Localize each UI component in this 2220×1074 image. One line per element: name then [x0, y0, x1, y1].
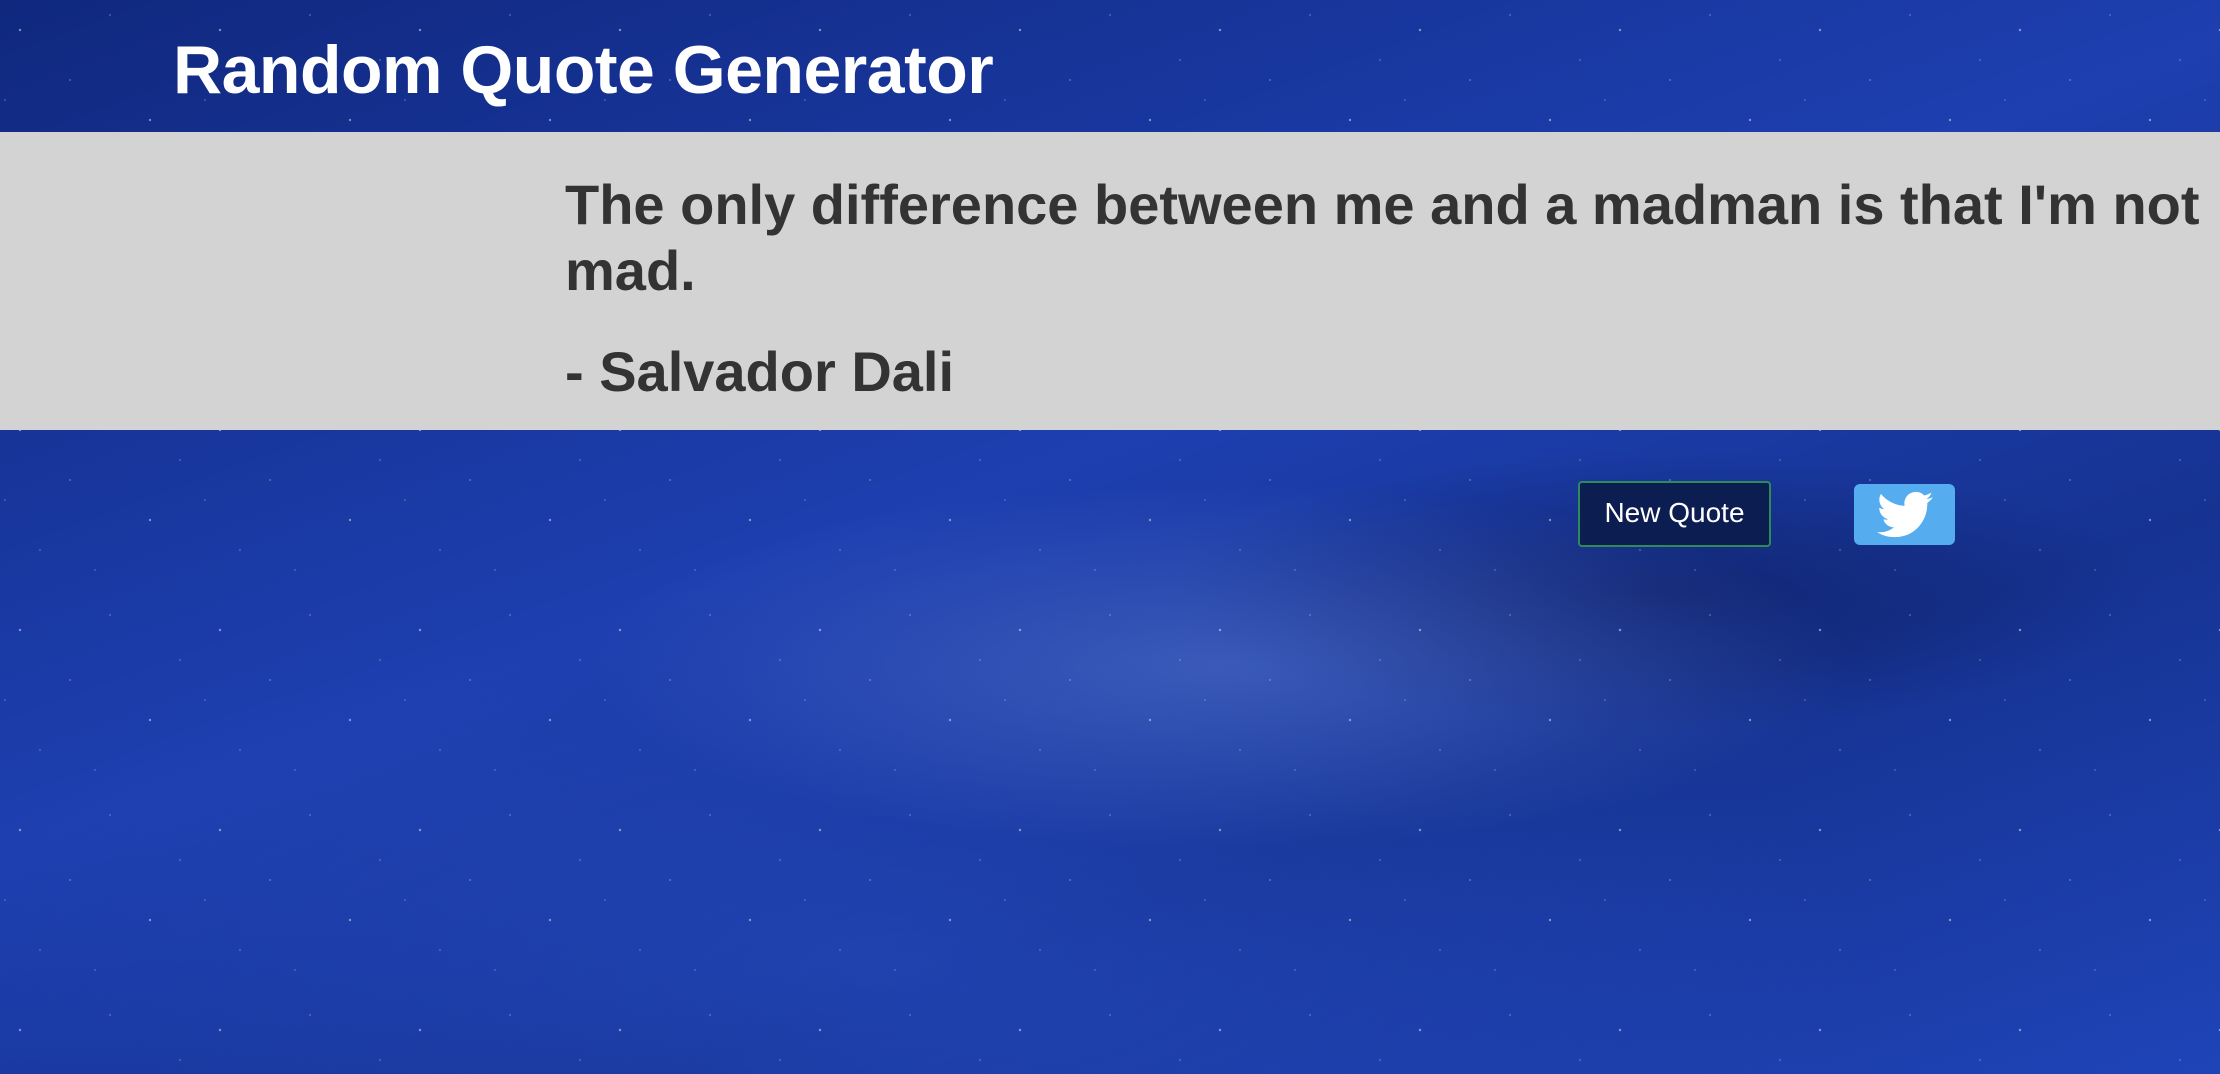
- tweet-button[interactable]: [1854, 484, 1955, 545]
- quote-panel: The only difference between me and a mad…: [0, 132, 2220, 430]
- twitter-bird-icon: [1876, 491, 1933, 537]
- quote-text: The only difference between me and a mad…: [565, 173, 2200, 302]
- page-title: Random Quote Generator: [173, 32, 994, 108]
- quote-author: - Salvador Dali: [565, 340, 955, 403]
- new-quote-button[interactable]: New Quote: [1578, 481, 1771, 547]
